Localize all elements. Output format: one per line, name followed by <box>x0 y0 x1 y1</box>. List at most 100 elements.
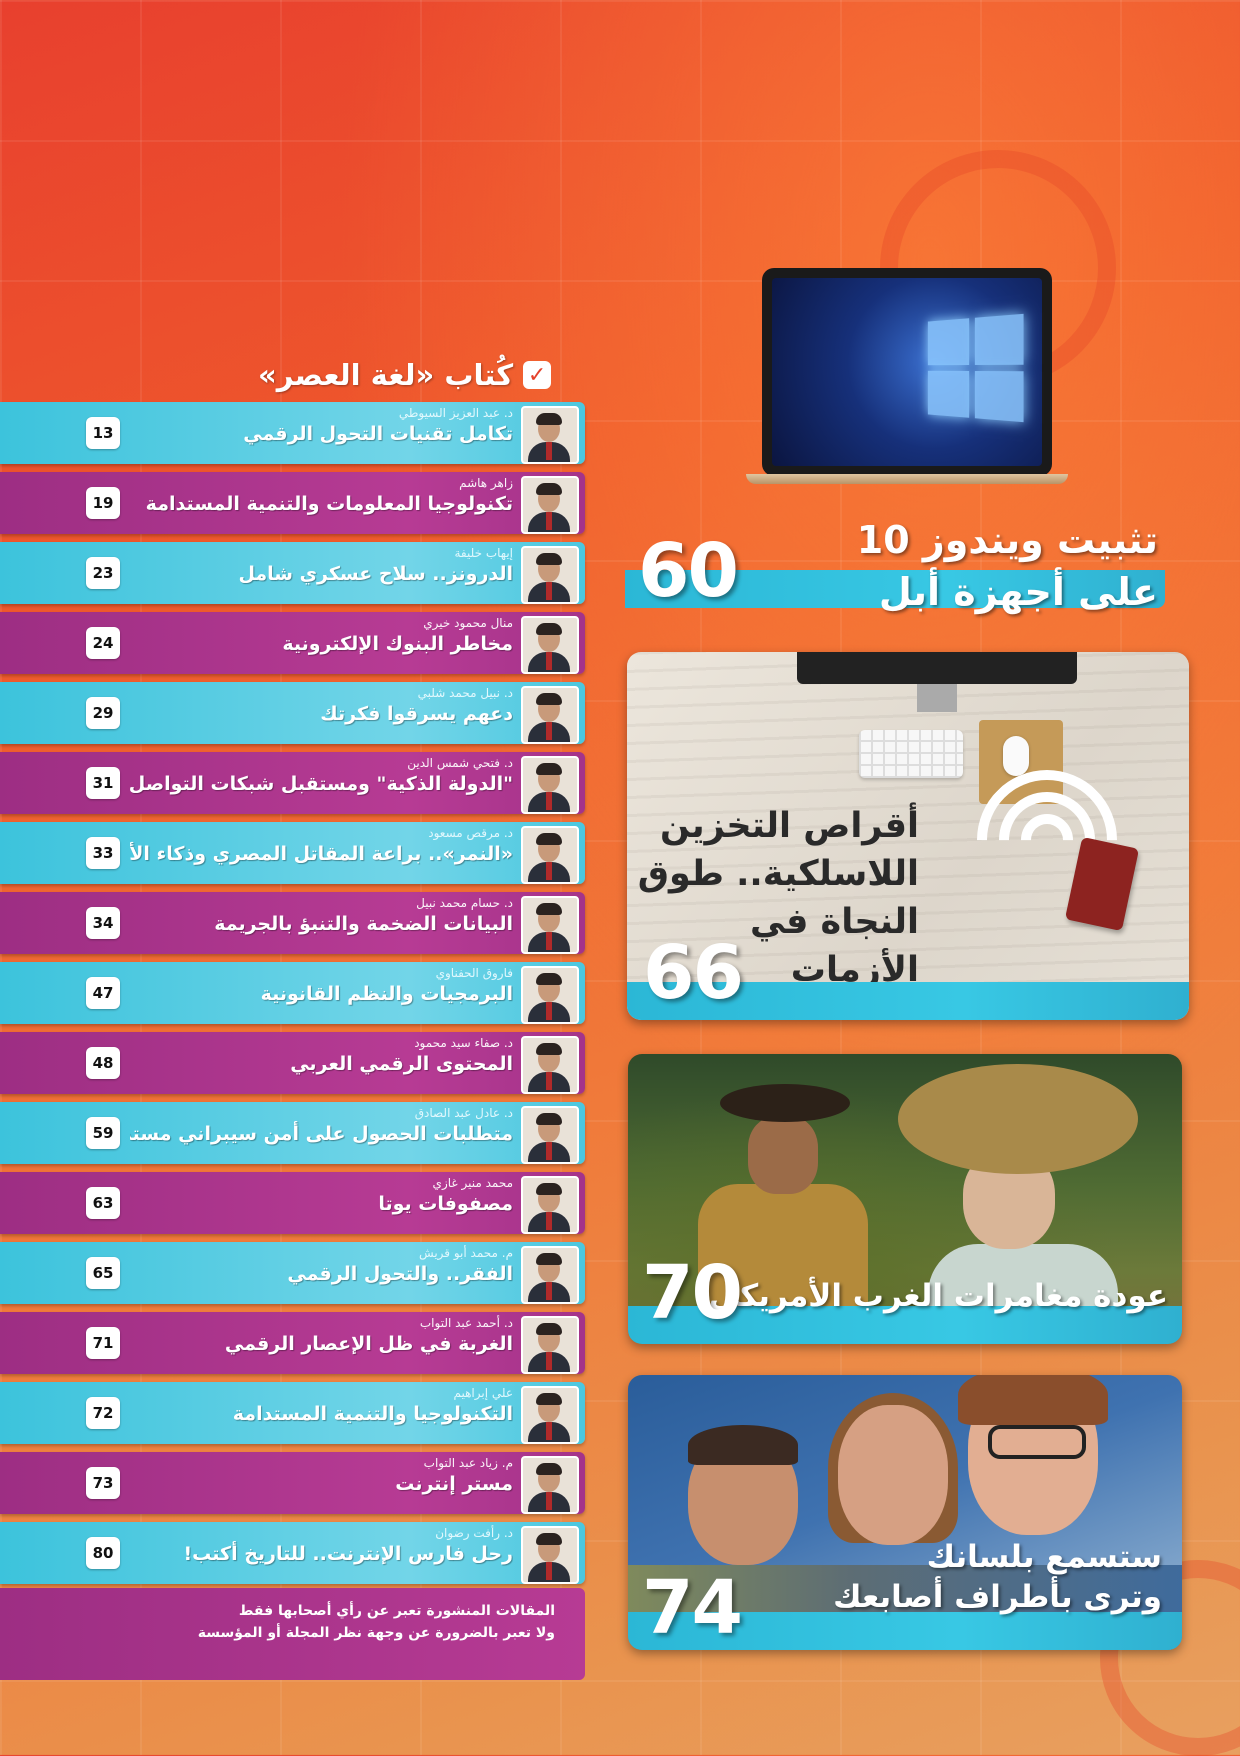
contents-row[interactable]: 63 محمد منير غازي مصفوفات يوتا <box>0 1172 585 1234</box>
author-photo <box>521 1386 579 1444</box>
article-title: التكنولوجيا والتنمية المستدامة <box>232 1403 513 1425</box>
feature-page-number: 74 <box>642 1565 743 1650</box>
author-photo <box>521 756 579 814</box>
page-number-badge: 13 <box>86 417 120 449</box>
author-photo <box>521 826 579 884</box>
feature-title-line: وترى بأطراف أصابعك <box>833 1579 1162 1615</box>
laptop-image <box>746 268 1068 488</box>
contents-row[interactable]: 59 د. عادل عبد الصادق متطلبات الحصول على أ… <box>0 1102 585 1164</box>
disclaimer-line: المقالات المنشورة تعبر عن رأي أصحابها فق… <box>238 1603 555 1619</box>
feature-title: عودة مغامرات الغرب الأمريكي <box>708 1278 1168 1314</box>
page-number-badge: 48 <box>86 1047 120 1079</box>
feature-card-storage[interactable]: أقراص التخزين اللاسلكية.. طوق النجاة في … <box>627 652 1189 1020</box>
feature-title-line: على أجهزة أبل <box>878 570 1158 614</box>
feature-title[interactable]: تثبيت ويندوز 10 على أجهزة أبل <box>857 514 1158 618</box>
page-number-badge: 47 <box>86 977 120 1009</box>
article-title: الفقر.. والتحول الرقمي <box>287 1263 513 1285</box>
feature-title-line: تثبيت ويندوز 10 <box>856 518 1158 562</box>
author-photo <box>521 1246 579 1304</box>
feature-page-number: 66 <box>643 930 744 1016</box>
article-author: زاهر هاشم <box>459 476 513 490</box>
article-author: م. زياد عبد التواب <box>423 1456 513 1470</box>
contents-row[interactable]: 72 علي إبراهيم التكنولوجيا والتنمية المستد… <box>0 1382 585 1444</box>
contents-row[interactable]: 48 د. صفاء سيد محمود المحتوى الرقمي العربي <box>0 1032 585 1094</box>
page-number-badge: 59 <box>86 1117 120 1149</box>
feature-page-number[interactable]: 60 <box>638 528 739 614</box>
article-author: د. فتحي شمس الدين <box>407 756 513 770</box>
article-author: د. نبيل محمد شلبي <box>417 686 513 700</box>
author-photo <box>521 1176 579 1234</box>
article-author: د. رأفت رضوان <box>435 1526 513 1540</box>
contents-row[interactable]: 71 د. أحمد عبد التواب الغربة في ظل الإعصار… <box>0 1312 585 1374</box>
page-number-badge: 65 <box>86 1257 120 1289</box>
feature-card-tongue[interactable]: ستسمع بلسانك وترى بأطراف أصابعك 74 <box>628 1375 1182 1650</box>
contents-row[interactable]: 65 م. محمد أبو قريش الفقر.. والتحول الرقمي <box>0 1242 585 1304</box>
article-author: د. أحمد عبد التواب <box>419 1316 513 1330</box>
author-photo <box>521 1526 579 1584</box>
author-photo <box>521 1456 579 1514</box>
author-photo <box>521 546 579 604</box>
page-number-badge: 19 <box>86 487 120 519</box>
page-number-badge: 80 <box>86 1537 120 1569</box>
article-title: الدرونز.. سلاح عسكري شامل <box>238 563 513 585</box>
page-number-badge: 63 <box>86 1187 120 1219</box>
author-photo <box>521 966 579 1024</box>
article-author: منال محمود خيري <box>423 616 513 630</box>
article-title: مستر إنترنت <box>395 1473 513 1495</box>
windows-logo-icon <box>927 313 1024 423</box>
author-photo <box>521 476 579 534</box>
article-title: دعهم يسرقوا فكرتك <box>320 703 513 725</box>
page-number-badge: 72 <box>86 1397 120 1429</box>
feature-title-line: ستسمع بلسانك <box>926 1539 1162 1575</box>
article-title: مصفوفات يوتا <box>378 1193 513 1215</box>
feature-card-western[interactable]: عودة مغامرات الغرب الأمريكي 70 <box>628 1054 1182 1344</box>
author-photo <box>521 406 579 464</box>
feature-title-line: أقراص التخزين <box>659 806 919 846</box>
author-photo <box>521 896 579 954</box>
contents-row[interactable]: 47 فاروق الحفناوي البرمجيات والنظم القانون… <box>0 962 585 1024</box>
contents-row[interactable]: 13 د. عبد العزيز السيوطي تكامل تقنيات التح… <box>0 402 585 464</box>
contents-row[interactable]: 80 د. رأفت رضوان رحل فارس الإنترنت.. للتار… <box>0 1522 585 1584</box>
page-number-badge: 33 <box>86 837 120 869</box>
article-title: متطلبات الحصول على أمن سيبراني مستدام <box>130 1123 513 1145</box>
article-author: د. صفاء سيد محمود <box>414 1036 513 1050</box>
contents-row[interactable]: 34 د. حسام محمد نبيل البيانات الضخمة والتن… <box>0 892 585 954</box>
author-photo <box>521 686 579 744</box>
article-author: علي إبراهيم <box>453 1386 513 1400</box>
contents-header: ✓ كُتاب «لغة العصر» <box>258 352 588 398</box>
article-title: الغربة في ظل الإعصار الرقمي <box>224 1333 513 1355</box>
disclaimer-line: ولا تعبر بالضرورة عن وجهة نظر المجلة أو … <box>197 1625 555 1641</box>
contents-row[interactable]: 23 إيهاب خليفة الدرونز.. سلاح عسكري شامل <box>0 542 585 604</box>
article-author: د. عبد العزيز السيوطي <box>398 406 513 420</box>
author-photo <box>521 616 579 674</box>
feature-title-line: اللاسلكية.. طوق <box>637 854 919 894</box>
check-icon: ✓ <box>523 361 552 389</box>
article-author: م. محمد أبو قريش <box>419 1246 513 1260</box>
article-title: مخاطر البنوك الإلكترونية <box>282 633 513 655</box>
contents-row[interactable]: 73 م. زياد عبد التواب مستر إنترنت <box>0 1452 585 1514</box>
contents-row[interactable]: 33 د. مرقص مسعود «النمر».. براعة المقاتل ا… <box>0 822 585 884</box>
contents-row[interactable]: 29 د. نبيل محمد شلبي دعهم يسرقوا فكرتك <box>0 682 585 744</box>
article-title: "الدولة الذكية" ومستقبل شبكات التواصل <box>130 773 513 795</box>
page-number-badge: 23 <box>86 557 120 589</box>
page-number-badge: 24 <box>86 627 120 659</box>
feature-page-number: 70 <box>642 1250 743 1336</box>
article-title: تكامل تقنيات التحول الرقمي <box>243 423 513 445</box>
article-title: البرمجيات والنظم القانونية <box>260 983 513 1005</box>
article-author: محمد منير غازي <box>432 1176 513 1190</box>
contents-row[interactable]: 31 د. فتحي شمس الدين "الدولة الذكية" ومستق… <box>0 752 585 814</box>
article-author: إيهاب خليفة <box>454 546 514 560</box>
page-number-badge: 29 <box>86 697 120 729</box>
page-number-badge: 31 <box>86 767 120 799</box>
disclaimer: المقالات المنشورة تعبر عن رأي أصحابها فق… <box>0 1588 585 1680</box>
page-number-badge: 34 <box>86 907 120 939</box>
contents-row[interactable]: 24 منال محمود خيري مخاطر البنوك الإلكتروني… <box>0 612 585 674</box>
page-number-badge: 71 <box>86 1327 120 1359</box>
article-title: رحل فارس الإنترنت.. للتاريخ أكتب! <box>183 1543 513 1565</box>
article-title: المحتوى الرقمي العربي <box>290 1053 513 1075</box>
author-photo <box>521 1316 579 1374</box>
article-title: تكنولوجيا المعلومات والتنمية المستدامة <box>145 493 513 515</box>
article-author: د. حسام محمد نبيل <box>416 896 513 910</box>
author-photo <box>521 1036 579 1094</box>
contents-row[interactable]: 19 زاهر هاشم تكنولوجيا المعلومات والتنمية … <box>0 472 585 534</box>
